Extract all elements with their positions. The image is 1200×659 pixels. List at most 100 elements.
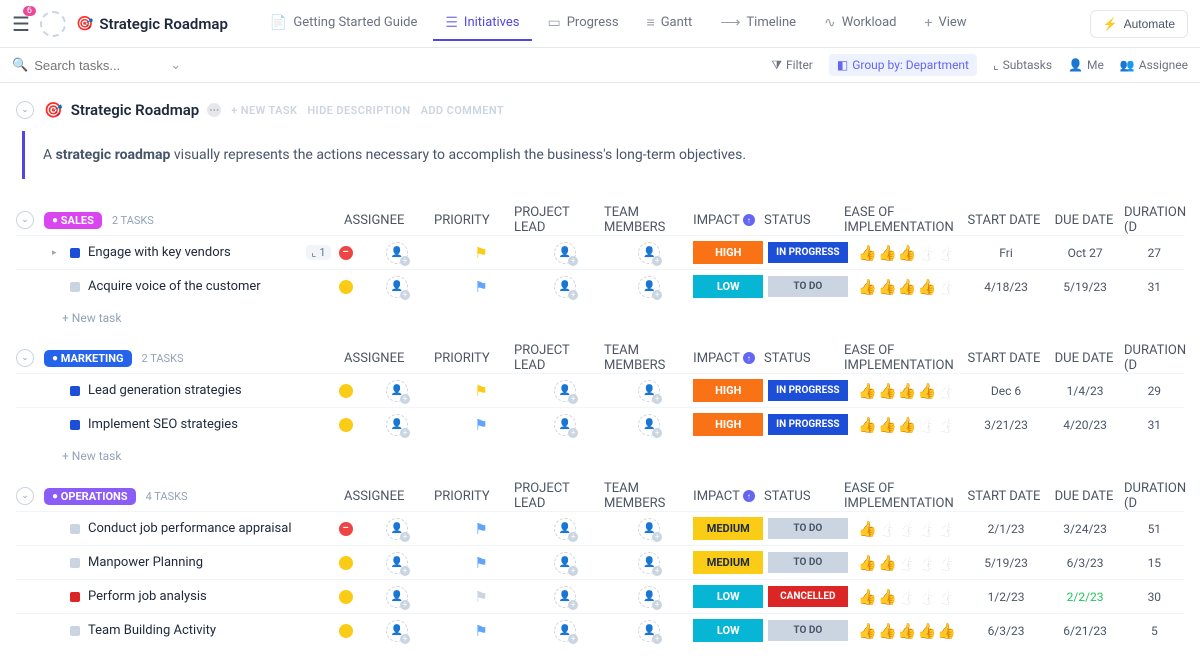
thumb-icon[interactable]: 👍 (937, 416, 956, 434)
thumb-icon[interactable]: 👍 (898, 554, 917, 572)
task-name[interactable]: Acquire voice of the customer (88, 279, 331, 294)
task-name[interactable]: Manpower Planning (88, 555, 331, 570)
in-review-icon[interactable] (339, 280, 353, 294)
thumb-icon[interactable]: 👍 (917, 382, 936, 400)
thumb-icon[interactable]: 👍 (917, 554, 936, 572)
assignee-avatar[interactable]: 👤 (386, 552, 408, 574)
ease-rating[interactable]: 👍👍👍👍👍 (848, 588, 967, 606)
due-date[interactable]: 5/19/23 (1046, 280, 1125, 294)
thumb-icon[interactable]: 👍 (937, 622, 956, 640)
impact-pill[interactable]: MEDIUM (693, 551, 763, 574)
lead-avatar[interactable]: 👤 (554, 552, 576, 574)
impact-pill[interactable]: HIGH (693, 241, 763, 264)
members-avatar[interactable]: 👤 (638, 586, 660, 608)
thumb-icon[interactable]: 👍 (858, 416, 877, 434)
start-date[interactable]: 6/3/23 (966, 624, 1045, 638)
duration[interactable]: 51 (1125, 522, 1184, 536)
due-date[interactable]: 3/24/23 (1046, 522, 1125, 536)
thumb-icon[interactable]: 👍 (858, 278, 877, 296)
sort-icon[interactable]: ↑ (743, 214, 755, 226)
task-row[interactable]: Manpower Planning 👤 ⚑ 👤 👤 MEDIUM TO DO 👍… (16, 545, 1184, 579)
impact-pill[interactable]: HIGH (693, 379, 763, 402)
lead-avatar[interactable]: 👤 (554, 380, 576, 402)
ease-rating[interactable]: 👍👍👍👍👍 (848, 554, 967, 572)
impact-pill[interactable]: MEDIUM (693, 517, 763, 540)
new-task-header-link[interactable]: + NEW TASK (231, 104, 297, 117)
due-date[interactable]: 2/2/23 (1046, 590, 1125, 604)
ease-rating[interactable]: 👍👍👍👍👍 (848, 278, 967, 296)
status-dot[interactable] (70, 524, 80, 534)
priority-flag-icon[interactable]: ⚑ (474, 382, 487, 400)
lead-avatar[interactable]: 👤 (554, 276, 576, 298)
me-button[interactable]: 👤Me (1068, 58, 1104, 72)
status-dot[interactable] (70, 626, 80, 636)
thumb-icon[interactable]: 👍 (878, 588, 897, 606)
members-avatar[interactable]: 👤 (638, 518, 660, 540)
thumb-icon[interactable]: 👍 (937, 588, 956, 606)
task-name[interactable]: Team Building Activity (88, 623, 331, 638)
status-dot[interactable] (70, 558, 80, 568)
hide-description-link[interactable]: HIDE DESCRIPTION (307, 104, 410, 117)
members-avatar[interactable]: 👤 (638, 380, 660, 402)
task-name[interactable]: Engage with key vendors (88, 245, 298, 260)
blocked-icon[interactable]: – (339, 522, 353, 536)
assignee-avatar[interactable]: 👤 (386, 380, 408, 402)
task-name[interactable]: Perform job analysis (88, 589, 331, 604)
assignee-avatar[interactable]: 👤 (386, 586, 408, 608)
assignee-avatar[interactable]: 👤 (386, 242, 408, 264)
collapse-page-icon[interactable]: ⌄ (16, 101, 34, 119)
status-pill[interactable]: IN PROGRESS (768, 242, 848, 263)
status-pill[interactable]: TO DO (768, 276, 848, 297)
thumb-icon[interactable]: 👍 (898, 278, 917, 296)
start-date[interactable]: 3/21/23 (966, 418, 1045, 432)
thumb-icon[interactable]: 👍 (858, 622, 877, 640)
thumb-icon[interactable]: 👍 (917, 588, 936, 606)
status-dot[interactable] (70, 592, 80, 602)
status-pill[interactable]: TO DO (768, 518, 848, 539)
task-name[interactable]: Lead generation strategies (88, 383, 331, 398)
breadcrumb[interactable]: 🎯 Strategic Roadmap (76, 15, 228, 33)
assignee-avatar[interactable]: 👤 (386, 518, 408, 540)
group-by-button[interactable]: ◧Group by: Department (829, 54, 977, 76)
members-avatar[interactable]: 👤 (638, 276, 660, 298)
start-date[interactable]: Dec 6 (966, 384, 1045, 398)
in-review-icon[interactable] (339, 556, 353, 570)
thumb-icon[interactable]: 👍 (917, 622, 936, 640)
due-date[interactable]: 6/21/23 (1046, 624, 1125, 638)
thumb-icon[interactable]: 👍 (917, 416, 936, 434)
collapse-group-icon[interactable]: ⌄ (16, 349, 34, 367)
task-name[interactable]: Conduct job performance appraisal (88, 521, 331, 536)
start-date[interactable]: 2/1/23 (966, 522, 1045, 536)
task-row[interactable]: Team Building Activity 👤 ⚑ 👤 👤 LOW TO DO… (16, 613, 1184, 647)
lead-avatar[interactable]: 👤 (554, 620, 576, 642)
task-row[interactable]: Implement SEO strategies 👤 ⚑ 👤 👤 HIGH IN… (16, 407, 1184, 441)
thumb-icon[interactable]: 👍 (917, 520, 936, 538)
new-task-link[interactable]: + New task (16, 441, 1184, 469)
in-review-icon[interactable] (339, 624, 353, 638)
ease-rating[interactable]: 👍👍👍👍👍 (848, 382, 967, 400)
group-pill[interactable]: ● SALES (44, 212, 102, 229)
lead-avatar[interactable]: 👤 (554, 242, 576, 264)
subtasks-button[interactable]: ⌞Subtasks (993, 58, 1052, 72)
info-icon[interactable]: ⋯ (207, 103, 221, 117)
priority-flag-icon[interactable]: ⚑ (474, 622, 487, 640)
filter-button[interactable]: ⧩Filter (771, 58, 813, 73)
thumb-icon[interactable]: 👍 (878, 554, 897, 572)
search-chevron-icon[interactable]: ⌄ (170, 58, 181, 73)
sort-icon[interactable]: ↑ (743, 490, 755, 502)
thumb-icon[interactable]: 👍 (937, 554, 956, 572)
thumb-icon[interactable]: 👍 (858, 382, 877, 400)
members-avatar[interactable]: 👤 (638, 552, 660, 574)
thumb-icon[interactable]: 👍 (898, 382, 917, 400)
thumb-icon[interactable]: 👍 (898, 416, 917, 434)
thumb-icon[interactable]: 👍 (898, 622, 917, 640)
group-pill[interactable]: ● MARKETING (44, 350, 132, 367)
thumb-icon[interactable]: 👍 (937, 520, 956, 538)
priority-flag-icon[interactable]: ⚑ (474, 244, 487, 262)
status-dot[interactable] (70, 420, 80, 430)
thumb-icon[interactable]: 👍 (878, 416, 897, 434)
members-avatar[interactable]: 👤 (638, 414, 660, 436)
search-wrap[interactable]: 🔍 ⌄ (12, 58, 181, 73)
ease-rating[interactable]: 👍👍👍👍👍 (848, 416, 967, 434)
task-row[interactable]: ▸ Engage with key vendors ⌞1 – 👤 ⚑ 👤 👤 H… (16, 235, 1184, 269)
